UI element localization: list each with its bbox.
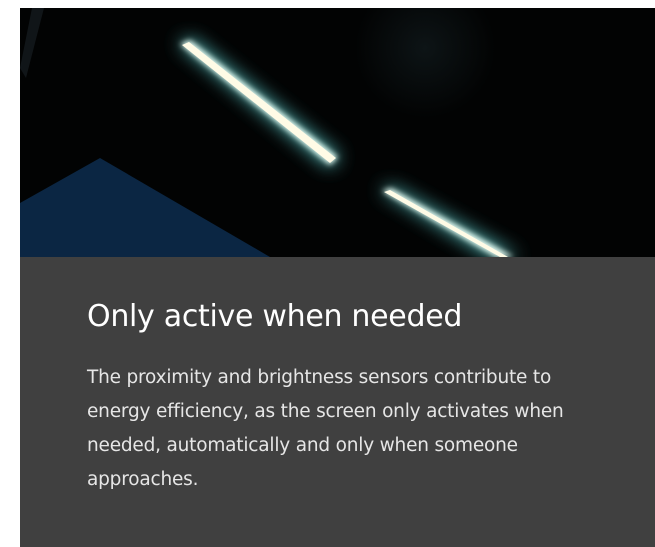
feature-description: The proximity and brightness sensors con… [87, 367, 564, 490]
feature-title: Only active when needed [87, 299, 463, 334]
feature-card: Only active when needed The proximity an… [20, 8, 655, 547]
feature-text-panel: Only active when needed The proximity an… [20, 257, 655, 547]
glowing-light-strips-image [20, 8, 655, 257]
hero-image [20, 8, 655, 257]
